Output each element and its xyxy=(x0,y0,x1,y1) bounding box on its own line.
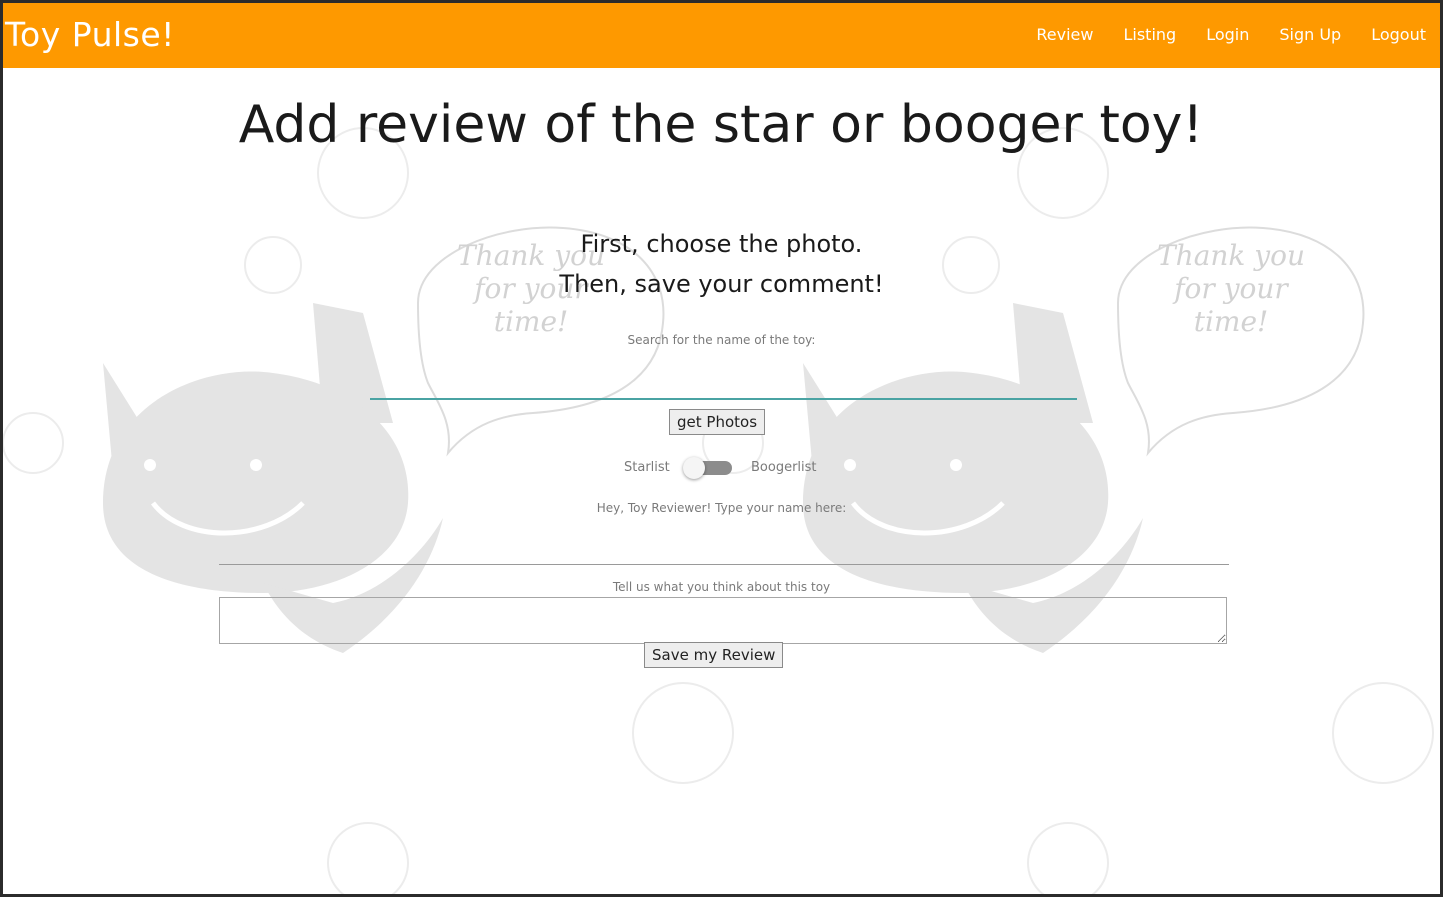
subtitle-photo: First, choose the photo. xyxy=(580,230,863,258)
comment-label: Tell us what you think about this toy xyxy=(612,580,831,594)
bg-circle xyxy=(1332,682,1434,784)
toggle-knob[interactable] xyxy=(683,457,705,479)
nav-listing[interactable]: Listing xyxy=(1123,25,1176,44)
bg-circle xyxy=(632,682,734,784)
list-toggle-switch[interactable] xyxy=(683,457,732,479)
subtitle-comment: Then, save your comment! xyxy=(559,270,884,298)
page-title: Add review of the star or booger toy! xyxy=(238,95,1204,155)
nav-logout[interactable]: Logout xyxy=(1371,25,1426,44)
boogerlist-label: Boogerlist xyxy=(751,460,817,475)
get-photos-button[interactable]: get Photos xyxy=(669,409,766,435)
reviewer-name-input[interactable] xyxy=(219,534,1229,565)
brand-logo[interactable]: Toy Pulse! xyxy=(5,15,175,54)
list-toggle-row: Starlist Boogerlist xyxy=(3,456,1440,480)
nav-sign-up[interactable]: Sign Up xyxy=(1279,25,1341,44)
review-textarea[interactable] xyxy=(219,597,1227,644)
nav-review[interactable]: Review xyxy=(1036,25,1093,44)
page-frame: Thank you for your time! Thank you for y… xyxy=(3,3,1440,894)
search-input[interactable] xyxy=(370,368,1077,400)
starlist-label: Starlist xyxy=(624,460,670,475)
navbar: Toy Pulse! Review Listing Login Sign Up … xyxy=(3,3,1440,68)
nav-login[interactable]: Login xyxy=(1206,25,1249,44)
bg-circle xyxy=(1027,822,1109,894)
save-review-button[interactable]: Save my Review xyxy=(644,642,784,668)
bg-circle xyxy=(327,822,409,894)
name-label: Hey, Toy Reviewer! Type your name here: xyxy=(596,501,847,515)
nav-links: Review Listing Login Sign Up Logout xyxy=(1036,25,1426,44)
search-label: Search for the name of the toy: xyxy=(627,333,816,347)
